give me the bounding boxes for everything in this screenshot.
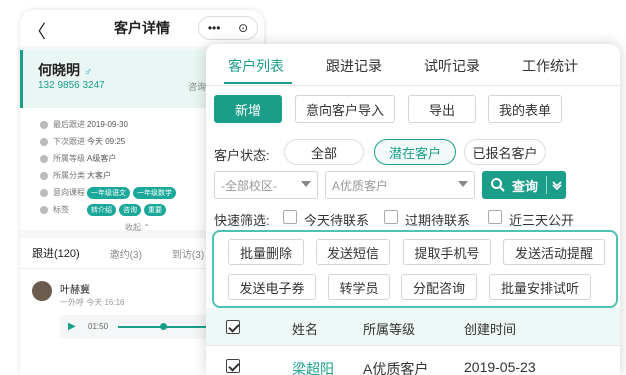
chevron-down-icon[interactable] [552, 180, 562, 190]
customer-list-panel: 客户列表 跟进记录 试听记录 工作统计 新增 意向客户导入 导出 我的表单 客户… [206, 44, 620, 375]
table-header: 姓名 所属等级 创建时间 [206, 308, 620, 346]
import-intent-button[interactable]: 意向客户导入 [295, 95, 395, 123]
assign-consult-button[interactable]: 分配咨询 [401, 274, 477, 300]
tab-customer-list[interactable]: 客户列表 [228, 56, 284, 76]
add-button[interactable]: 新增 [214, 95, 282, 123]
export-button[interactable]: 导出 [408, 95, 476, 123]
row-checkbox[interactable] [226, 359, 240, 373]
collapse-toggle[interactable]: 收起 ⌃ [125, 222, 150, 233]
more-icon[interactable]: ••• [208, 21, 221, 35]
detail-row: 所属分类 大客户 [40, 167, 179, 184]
column-header-level[interactable]: 所属等级 [363, 319, 415, 338]
close-icon[interactable]: ⊙ [238, 21, 248, 35]
label-tag: 转介绍 [87, 203, 116, 216]
follower-name: 叶赫冀 [60, 285, 90, 296]
phone-nav-bar: 〈 客户详情 ••• ⊙ [20, 10, 264, 46]
quick-filter-label: 快速筛选: [214, 213, 270, 228]
main-tabs: 客户列表 跟进记录 试听记录 工作统计 [206, 44, 620, 86]
level-icon [40, 154, 48, 163]
consult-link[interactable]: 咨询 [188, 80, 206, 93]
audio-progress-knob[interactable] [160, 323, 167, 330]
row-created: 2019-05-23 [464, 359, 536, 375]
search-icon [491, 178, 505, 192]
back-arrow-icon[interactable]: 〈 [28, 18, 46, 44]
audio-time: 01:50 [88, 322, 109, 331]
detail-row: 下次跟进 今天 09:25 [40, 133, 179, 150]
tab-trial-records[interactable]: 试听记录 [424, 56, 480, 76]
gender-male-icon: ♂ [84, 66, 93, 78]
avatar [32, 281, 52, 301]
select-all-checkbox[interactable] [226, 320, 240, 334]
chevron-down-icon [458, 181, 468, 187]
query-button[interactable]: 查询 [482, 171, 566, 199]
quick-filter-expired-checkbox[interactable] [384, 210, 398, 224]
subtab-visit[interactable]: 到访(3) [172, 246, 204, 261]
category-icon [40, 171, 48, 180]
quick-filter-today-label[interactable]: 今天待联系 [304, 210, 369, 229]
detail-row: 意向课程 一年级语文 一年级数学 [40, 184, 179, 201]
label-tag: 咨询 [119, 203, 141, 216]
status-all[interactable]: 全部 [284, 139, 364, 165]
tag-icon [40, 205, 48, 214]
customer-detail-rows: 最后跟进 2019-09-30 下次跟进 今天 09:25 所属等级 A级客户 … [40, 116, 179, 218]
customer-name-link[interactable]: 梁超阳 [292, 359, 334, 375]
course-tag: 一年级语文 [87, 186, 130, 199]
batch-schedule-trial-button[interactable]: 批量安排试听 [489, 274, 591, 300]
column-header-name[interactable]: 姓名 [292, 319, 318, 338]
level-select[interactable]: A优质客户 [325, 171, 475, 199]
status-potential[interactable]: 潜在客户 [374, 139, 456, 165]
course-tag: 一年级数学 [133, 186, 176, 199]
label-tag: 重要 [144, 203, 166, 216]
play-icon[interactable]: ▶ [68, 321, 76, 332]
detail-row: 最后跟进 2019-09-30 [40, 116, 179, 133]
mini-program-capsule: ••• ⊙ [198, 16, 258, 40]
row-level: A优质客户 [363, 361, 429, 375]
customer-name: 何晓明 ♂ [38, 62, 93, 78]
phone-page-title: 客户详情 [114, 20, 170, 36]
batch-delete-button[interactable]: 批量删除 [228, 239, 304, 265]
tab-follow-records[interactable]: 跟进记录 [326, 56, 382, 76]
quick-filter-3days-checkbox[interactable] [488, 210, 502, 224]
extract-phone-button[interactable]: 提取手机号 [403, 239, 491, 265]
quick-filter-3days-label[interactable]: 近三天公开 [509, 210, 574, 229]
detail-row: 标签 转介绍 咨询 重要 [40, 201, 179, 218]
status-enrolled[interactable]: 已报名客户 [464, 139, 546, 165]
campus-select[interactable]: -全部校区- [214, 171, 318, 199]
tab-work-stats[interactable]: 工作统计 [522, 56, 578, 76]
send-activity-reminder-button[interactable]: 发送活动提醒 [503, 239, 605, 265]
customer-phone[interactable]: 132 9856 3247 [38, 80, 105, 91]
chevron-down-icon [301, 181, 311, 187]
status-label: 客户状态: [214, 148, 270, 163]
subtab-invite[interactable]: 邀约(3) [110, 246, 142, 261]
calendar-icon [40, 137, 48, 146]
table-row[interactable]: 梁超阳 A优质客户 2019-05-23 [206, 346, 620, 375]
subtab-follow[interactable]: 跟进(120) [32, 245, 80, 261]
clock-icon [40, 120, 48, 129]
column-header-created[interactable]: 创建时间 [464, 319, 516, 338]
active-tab-indicator [224, 82, 292, 84]
batch-actions-box: 批量删除 发送短信 提取手机号 发送活动提醒 发送电子券 转学员 分配咨询 批量… [212, 230, 618, 308]
convert-student-button[interactable]: 转学员 [328, 274, 390, 300]
my-form-button[interactable]: 我的表单 [488, 95, 562, 123]
quick-filter-expired-label[interactable]: 过期待联系 [405, 210, 470, 229]
quick-filter-today-checkbox[interactable] [283, 210, 297, 224]
send-coupon-button[interactable]: 发送电子券 [228, 274, 316, 300]
detail-row: 所属等级 A级客户 [40, 150, 179, 167]
send-sms-button[interactable]: 发送短信 [316, 239, 390, 265]
course-icon [40, 188, 48, 197]
follow-meta: 一外呼 今天 16:16 [60, 298, 125, 307]
